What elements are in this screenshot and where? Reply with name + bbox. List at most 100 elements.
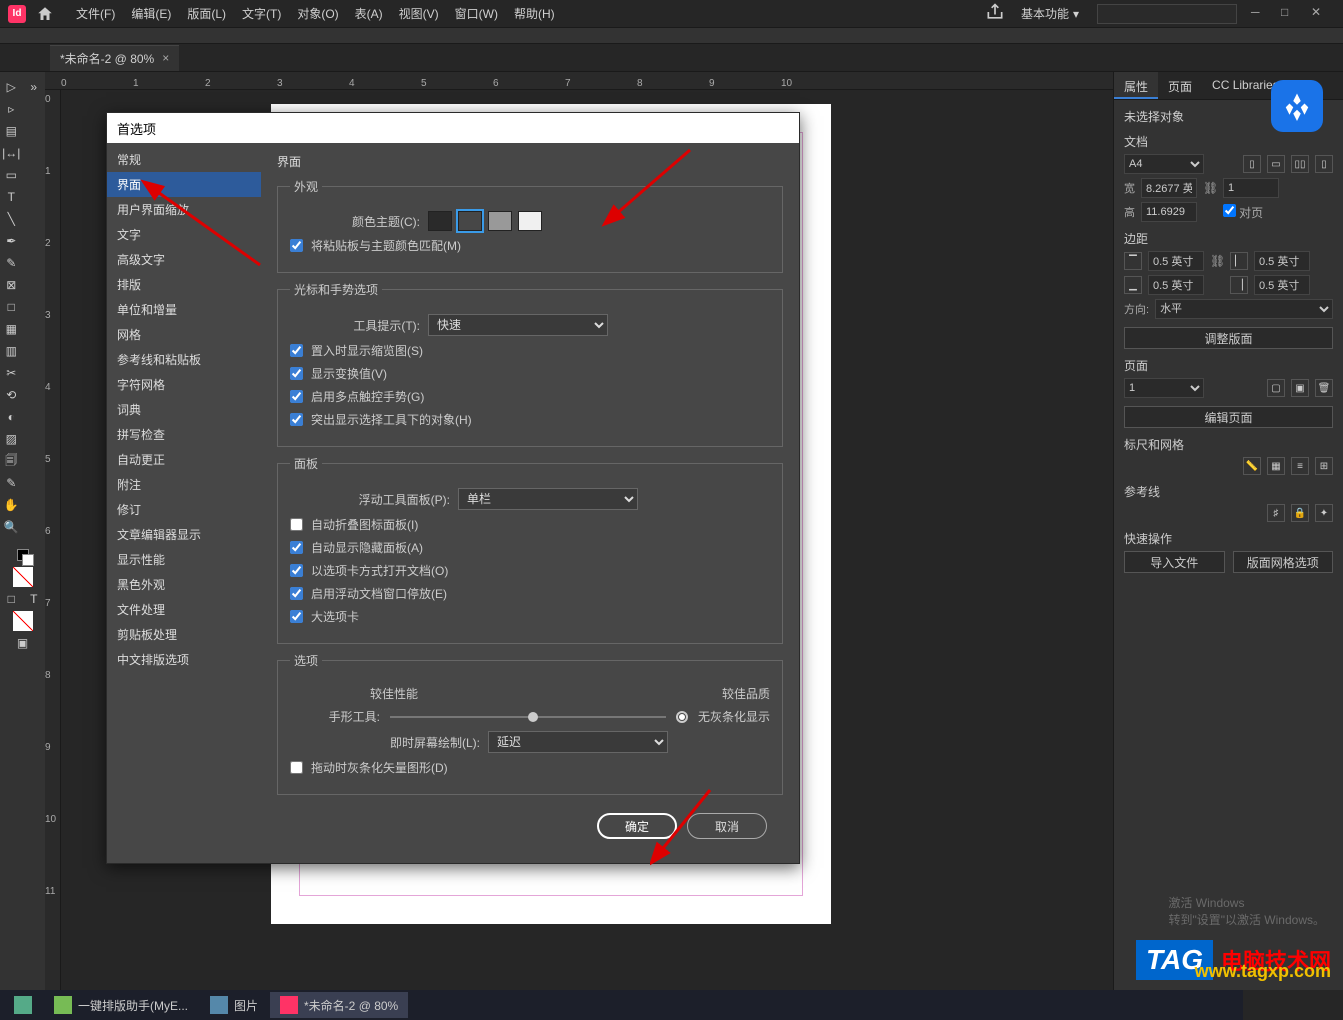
tab-properties[interactable]: 属性 xyxy=(1114,72,1158,99)
tabs-checkbox[interactable] xyxy=(290,564,303,577)
sidebar-item-notes[interactable]: 附注 xyxy=(107,472,261,497)
theme-light[interactable] xyxy=(518,211,542,231)
spacer-icon[interactable] xyxy=(23,164,46,186)
live-draw-select[interactable]: 延迟 xyxy=(488,731,668,753)
menu-table[interactable]: 表(A) xyxy=(347,5,391,22)
sidebar-item-cjk-layout[interactable]: 中文排版选项 xyxy=(107,647,261,672)
pencil-tool-icon[interactable]: ✎ xyxy=(0,252,23,274)
grid-tool-icon[interactable]: ▦ xyxy=(0,318,23,340)
scissors-tool-icon[interactable]: ✂ xyxy=(0,362,23,384)
thumb-checkbox[interactable] xyxy=(290,344,303,357)
tooltips-select[interactable]: 快速 xyxy=(428,314,608,336)
highlight-checkbox[interactable] xyxy=(290,413,303,426)
float-panel-select[interactable]: 单栏 xyxy=(458,488,638,510)
height-field[interactable] xyxy=(1141,202,1197,222)
page-delete-icon[interactable]: 🗑 xyxy=(1315,379,1333,397)
spacer-icon[interactable] xyxy=(23,318,46,340)
default-fill-stroke-icon[interactable] xyxy=(0,566,45,588)
spacer-icon[interactable] xyxy=(23,384,46,406)
menu-type[interactable]: 文字(T) xyxy=(234,5,289,22)
sidebar-item-ui-scaling[interactable]: 用户界面缩放 xyxy=(107,197,261,222)
orientation-select[interactable]: 水平 xyxy=(1155,299,1333,319)
spacer-icon[interactable] xyxy=(23,120,46,142)
page-select[interactable]: 1 xyxy=(1124,378,1204,398)
guides-lock-icon[interactable]: 🔒 xyxy=(1291,504,1309,522)
taskbar-start[interactable] xyxy=(4,992,42,1018)
sidebar-item-units[interactable]: 单位和增量 xyxy=(107,297,261,322)
sidebar-item-clipboard[interactable]: 剪贴板处理 xyxy=(107,622,261,647)
zoom-tool-icon[interactable]: 🔍 xyxy=(0,516,23,538)
margin-bottom-field[interactable] xyxy=(1148,275,1204,295)
width-field[interactable] xyxy=(1141,178,1197,198)
theme-dark[interactable] xyxy=(458,211,482,231)
eyedropper-tool-icon[interactable]: ✎ xyxy=(0,472,23,494)
fill-stroke-icon[interactable] xyxy=(0,544,45,566)
hand-tool-slider[interactable] xyxy=(390,716,666,718)
spacer-icon[interactable] xyxy=(23,406,46,428)
page-preset-select[interactable]: A4 xyxy=(1124,154,1204,174)
orientation-landscape-icon[interactable]: ▭ xyxy=(1267,155,1285,173)
gradient-swatch-icon[interactable]: ◐ xyxy=(0,406,23,428)
spacer-icon[interactable] xyxy=(23,274,46,296)
page-spread-icon[interactable]: ▣ xyxy=(1291,379,1309,397)
link-icon[interactable]: ⛓ xyxy=(1210,254,1224,268)
close-icon[interactable]: ✕ xyxy=(1311,5,1329,23)
menu-help[interactable]: 帮助(H) xyxy=(506,5,563,22)
adjust-layout-button[interactable]: 调整版面 xyxy=(1124,327,1333,349)
minimize-icon[interactable]: ─ xyxy=(1251,5,1269,23)
spacer-icon[interactable] xyxy=(23,230,46,252)
margin-left-field[interactable] xyxy=(1254,251,1310,271)
dialog-titlebar[interactable]: 首选项 xyxy=(107,113,799,143)
tab-close-icon[interactable]: × xyxy=(162,51,169,65)
note-tool-icon[interactable]: 🗐 xyxy=(0,450,23,472)
maximize-icon[interactable]: □ xyxy=(1281,5,1299,23)
line-tool-icon[interactable]: ╲ xyxy=(0,208,23,230)
home-icon[interactable] xyxy=(36,5,54,23)
tab-pages[interactable]: 页面 xyxy=(1158,72,1202,99)
spacer-icon[interactable] xyxy=(23,142,46,164)
orientation-portrait-icon[interactable]: ▯ xyxy=(1243,155,1261,173)
direct-selection-tool-icon[interactable]: ▹ xyxy=(0,98,23,120)
menu-object[interactable]: 对象(O) xyxy=(289,5,346,22)
single-page-icon[interactable]: ▯ xyxy=(1315,155,1333,173)
smart-guides-icon[interactable]: ✦ xyxy=(1315,504,1333,522)
facing-pages-icon[interactable]: ▯▯ xyxy=(1291,155,1309,173)
page-tool-icon[interactable]: ▤ xyxy=(0,120,23,142)
spacer-icon[interactable] xyxy=(23,296,46,318)
match-pasteboard-checkbox[interactable] xyxy=(290,239,303,252)
pen-tool-icon[interactable]: ✒ xyxy=(0,230,23,252)
spacer-icon[interactable] xyxy=(23,208,46,230)
spacer-icon[interactable] xyxy=(23,98,46,120)
search-input[interactable] xyxy=(1097,4,1237,24)
sidebar-item-advanced-type[interactable]: 高级文字 xyxy=(107,247,261,272)
sidebar-item-file-handling[interactable]: 文件处理 xyxy=(107,597,261,622)
layout-grid-options-button[interactable]: 版面网格选项 xyxy=(1233,551,1334,573)
autoshow-checkbox[interactable] xyxy=(290,541,303,554)
menu-edit[interactable]: 编辑(E) xyxy=(123,5,179,22)
apply-none-icon[interactable] xyxy=(0,610,45,632)
spacer-icon[interactable] xyxy=(23,186,46,208)
hgrid-tool-icon[interactable]: ▥ xyxy=(0,340,23,362)
spacer-icon[interactable] xyxy=(23,340,46,362)
spacer-icon[interactable] xyxy=(23,494,46,516)
collapse-checkbox[interactable] xyxy=(290,518,303,531)
no-greek-radio[interactable] xyxy=(676,711,688,723)
share-icon[interactable] xyxy=(985,2,1005,25)
gap-tool-icon[interactable]: |↔| xyxy=(0,142,23,164)
sidebar-item-story-editor[interactable]: 文章编辑器显示 xyxy=(107,522,261,547)
import-file-button[interactable]: 导入文件 xyxy=(1124,551,1225,573)
margin-right-field[interactable] xyxy=(1254,275,1310,295)
taskbar-item[interactable]: 一键排版助手(MyE... xyxy=(44,992,198,1018)
sidebar-item-guides-pasteboard[interactable]: 参考线和粘贴板 xyxy=(107,347,261,372)
big-tabs-checkbox[interactable] xyxy=(290,610,303,623)
free-transform-icon[interactable]: ⟲ xyxy=(0,384,23,406)
sidebar-item-autocorrect[interactable]: 自动更正 xyxy=(107,447,261,472)
theme-darkest[interactable] xyxy=(428,211,452,231)
sidebar-item-general[interactable]: 常规 xyxy=(107,147,261,172)
rectangle-frame-tool-icon[interactable]: ⊠ xyxy=(0,274,23,296)
dock-checkbox[interactable] xyxy=(290,587,303,600)
edit-page-button[interactable]: 编辑页面 xyxy=(1124,406,1333,428)
spacer-icon[interactable] xyxy=(23,472,46,494)
page-view-icon[interactable]: ▢ xyxy=(1267,379,1285,397)
menu-window[interactable]: 窗口(W) xyxy=(447,5,506,22)
